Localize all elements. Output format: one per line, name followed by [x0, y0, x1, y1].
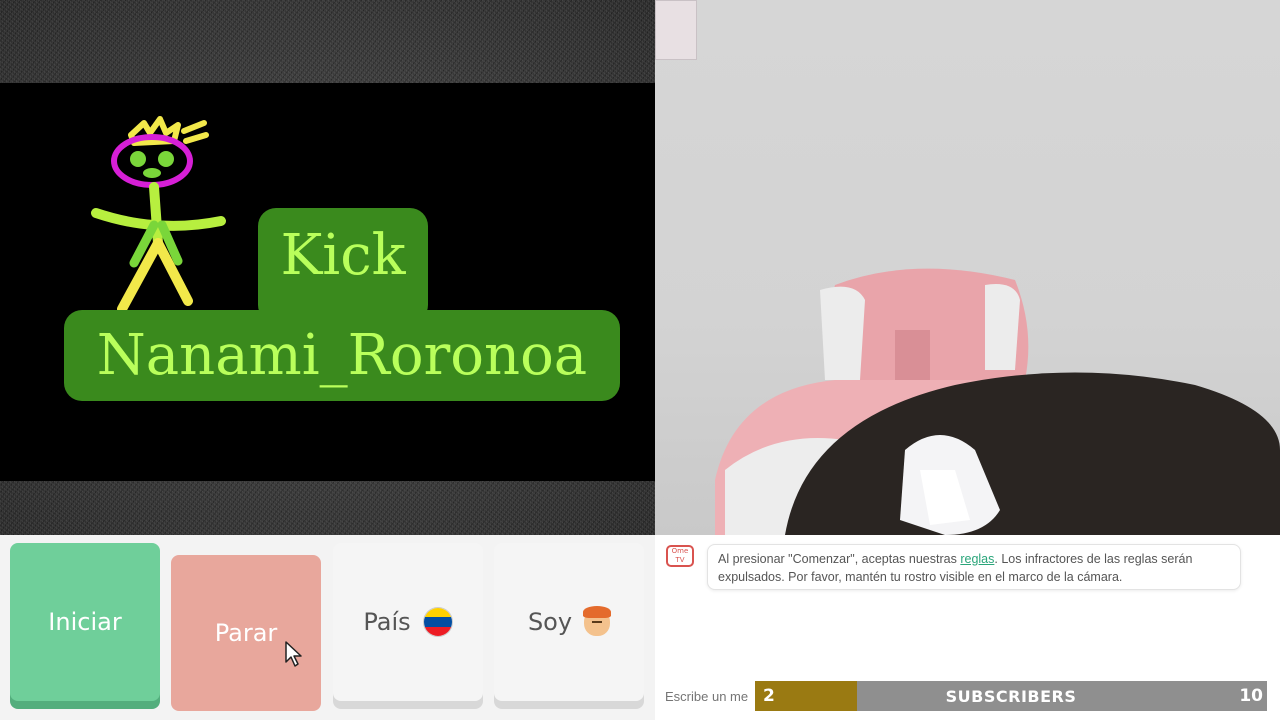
gender-selector[interactable]: Soy	[494, 543, 644, 701]
self-camera	[655, 0, 1280, 535]
username-label: Nanami_Roronoa	[96, 323, 588, 388]
wall-poster	[655, 0, 697, 60]
stream-overlay: Kick Nanami_Roronoa	[0, 83, 662, 481]
country-selector[interactable]: País	[333, 543, 483, 701]
country-label: País	[363, 608, 411, 636]
subscribers-goal: 10	[1239, 686, 1263, 706]
boy-emoji-icon	[583, 606, 612, 636]
stop-button-label: Parar	[214, 619, 278, 647]
chat-message-input[interactable]	[657, 682, 757, 710]
mouse-cursor-icon	[285, 641, 302, 667]
system-notice: Al presionar "Comenzar", aceptas nuestra…	[707, 544, 1241, 590]
mascot-icon	[91, 116, 226, 313]
subscribers-goal-bar: 2 SUBSCRIBERS 10	[755, 681, 1267, 711]
kick-label: Kick	[280, 223, 406, 288]
start-button[interactable]: Iniciar	[10, 543, 160, 701]
gender-label: Soy	[527, 608, 573, 636]
rules-link[interactable]: reglas	[960, 552, 994, 566]
camera-scene	[715, 268, 1280, 535]
stop-button[interactable]: Parar	[171, 555, 321, 711]
notice-text-before: Al presionar "Comenzar", aceptas nuestra…	[718, 552, 961, 566]
logo-text-top: Ome	[671, 547, 689, 555]
logo-text-bottom: TV	[675, 556, 685, 564]
subscribers-label: SUBSCRIBERS	[945, 687, 1077, 706]
ecuador-flag-icon	[422, 607, 453, 637]
start-button-label: Iniciar	[48, 608, 122, 636]
ometv-logo-icon: Ome TV	[666, 545, 694, 567]
